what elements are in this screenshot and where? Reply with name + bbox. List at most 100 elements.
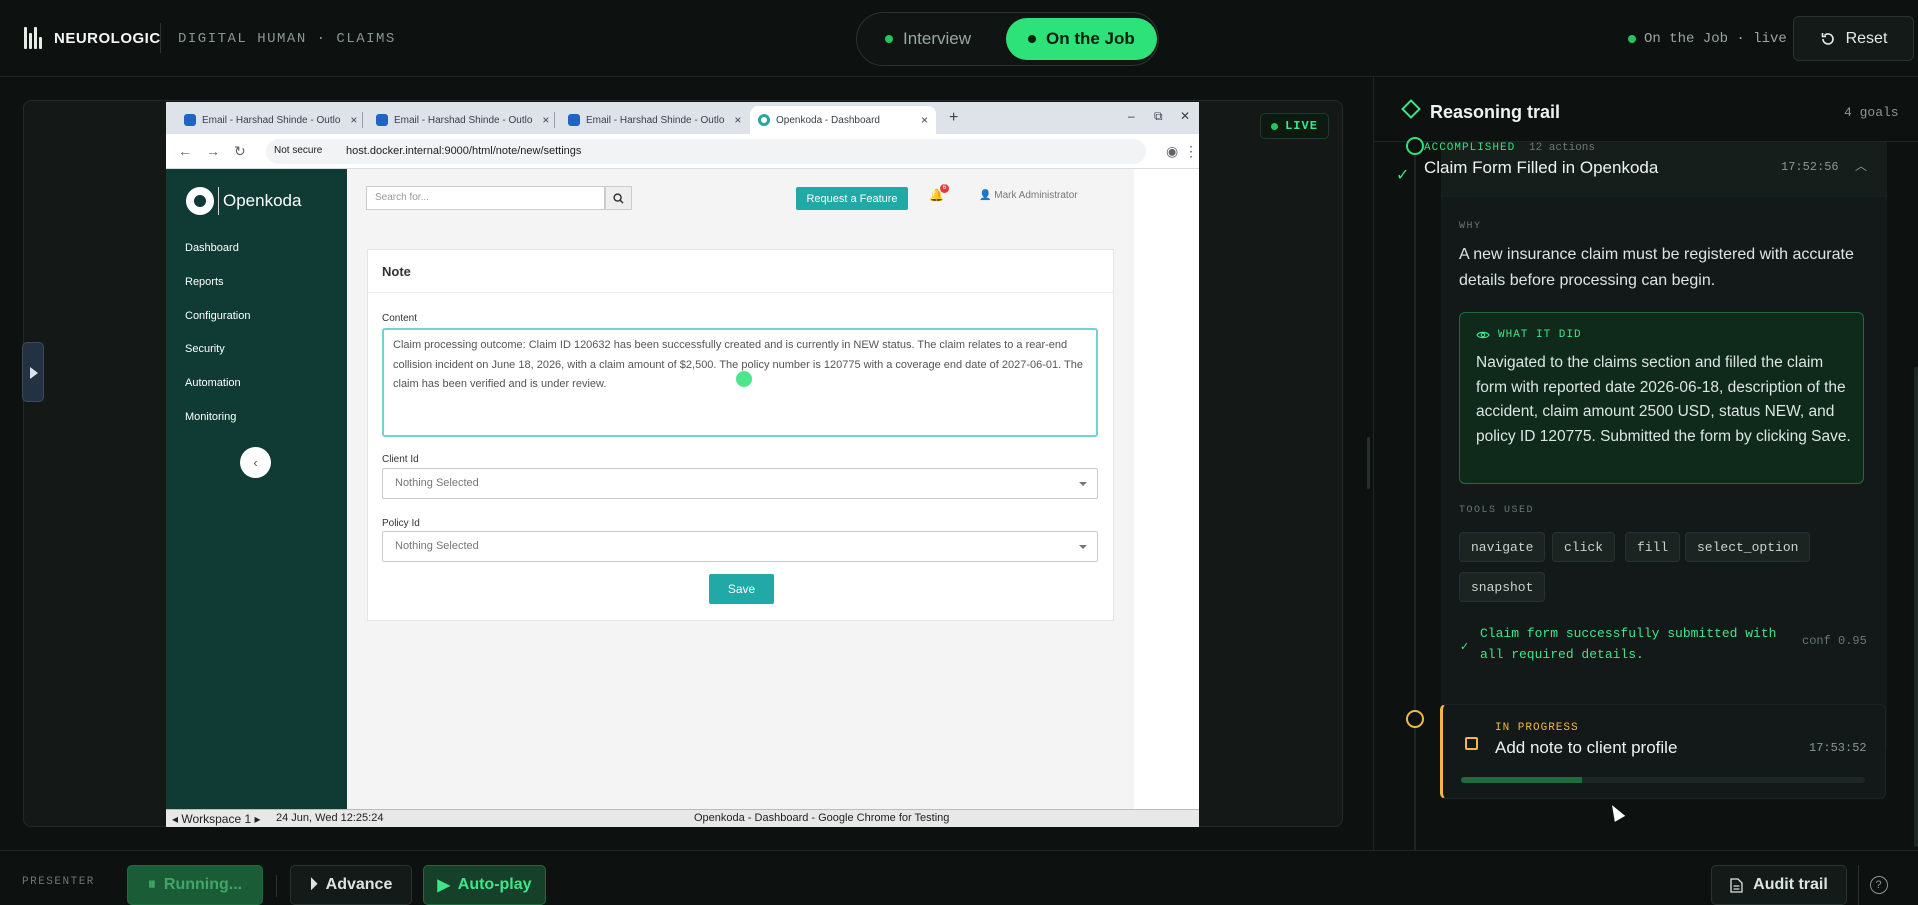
sidebar-item-configuration[interactable]: Configuration [185,310,250,322]
menu-kebab-icon[interactable]: ⋮ [1184,143,1198,160]
reload-icon[interactable]: ↻ [234,143,246,160]
browser-tab-active[interactable]: Openkoda - Dashboard × [750,106,936,134]
tools-used-label: TOOLS USED [1459,505,1535,516]
user-name: Mark Administrator [994,190,1078,201]
divider [160,23,161,53]
what-it-did-label-text: WHAT IT DID [1498,329,1582,341]
tool-chip: fill [1625,532,1681,562]
pause-icon: ⏸ [147,876,156,893]
save-button[interactable]: Save [709,574,774,604]
outlook-icon [376,114,388,126]
outlook-icon [568,114,580,126]
window-title: Openkoda - Dashboard - Google Chrome for… [694,812,950,824]
brand: NEUROLOGIC [24,27,161,49]
goal-title: Add note to client profile [1495,738,1678,757]
mode-switch: Interview On the Job [856,12,1159,66]
top-bar: NEUROLOGIC DIGITAL HUMAN · CLAIMS Interv… [0,0,1918,77]
eye-icon [1476,331,1490,339]
outlook-icon [184,114,196,126]
chevron-left-icon: ‹ [253,455,258,470]
panel-resize-handle[interactable] [1367,437,1370,489]
timeline-dot-in-progress [1406,710,1424,728]
new-tab-icon[interactable]: + [949,109,958,127]
tab-label: Email - Harshad Shinde - Outlo [202,114,341,126]
presenter-bar: PRESENTER ⏸ Running... ⏵ Advance ▶ Auto-… [0,850,1918,905]
goal-card-in-progress[interactable]: IN PROGRESS Add note to client profile 1… [1440,704,1886,799]
close-icon[interactable]: × [917,113,928,127]
panel-title: Reasoning trail [1430,102,1561,122]
close-window-icon[interactable]: ✕ [1180,109,1190,123]
what-it-did-box: WHAT IT DID Navigated to the claims sect… [1459,312,1864,484]
step-forward-icon: ⏵ [309,876,318,893]
live-status: On the Job · live [1628,31,1787,47]
collapse-sidebar-button[interactable]: ‹ [240,447,271,478]
client-id-select[interactable]: Nothing Selected [382,468,1098,499]
play-icon: ▶ [437,877,450,894]
goal-title: Claim Form Filled in Openkoda [1424,158,1659,177]
search-input[interactable]: Search for... [366,186,605,210]
audit-trail-button[interactable]: Audit trail [1711,865,1847,905]
live-dot-icon [1628,35,1636,43]
sidebar-item-automation[interactable]: Automation [185,377,241,389]
divider [276,875,277,897]
running-button[interactable]: ⏸ Running... [127,865,263,905]
close-icon[interactable]: × [538,113,549,127]
caret-down-icon [1079,545,1087,549]
back-icon[interactable]: ← [178,143,192,159]
tab-label: Email - Harshad Shinde - Outlo [394,114,533,126]
note-form-card: Note Content Claim processing outcome: C… [367,249,1114,621]
advance-button[interactable]: ⏵ Advance [290,865,412,905]
close-icon[interactable]: × [346,113,357,127]
url-field[interactable]: Not secure host.docker.internal:9000/htm… [266,139,1146,164]
not-secure-indicator[interactable]: Not secure [274,145,322,156]
workspace-switcher[interactable]: ◂ Workspace 1 ▸ [172,812,261,826]
brand-name: NEUROLOGIC [54,29,161,47]
sidebar-item-reports[interactable]: Reports [185,276,224,288]
sidebar-item-monitoring[interactable]: Monitoring [185,411,236,423]
scrollbar[interactable] [1914,367,1918,847]
policy-id-select[interactable]: Nothing Selected [382,531,1098,562]
sidebar-item-dashboard[interactable]: Dashboard [185,242,239,254]
profile-icon[interactable]: ◉ [1166,143,1178,160]
search-button[interactable] [605,186,632,210]
reasoning-panel: Reasoning trail 4 goals ✓ ACCOMPLISHED 1… [1373,77,1918,887]
form-title: Note [382,264,411,279]
audit-trail-label: Audit trail [1753,876,1828,893]
why-text: A new insurance claim must be registered… [1459,246,1854,289]
tool-chip: select_option [1685,532,1811,562]
auto-play-button[interactable]: ▶ Auto-play [423,865,546,905]
address-bar: ← → ↻ Not secure host.docker.internal:90… [166,134,1199,169]
openkoda-icon [758,114,770,126]
os-taskbar: ◂ Workspace 1 ▸ 24 Jun, Wed 12:25:24 Ope… [166,809,1199,827]
help-button[interactable]: ? [1858,865,1898,905]
url-text: host.docker.internal:9000/html/note/new/… [346,145,582,157]
browser-tab[interactable]: Email - Harshad Shinde - Outlo × [368,106,550,134]
mode-label: On the Job [1046,29,1135,48]
document-icon [1730,877,1743,893]
user-menu[interactable]: 👤 Mark Administrator [979,190,1078,201]
browser-window: Email - Harshad Shinde - Outlo × Email -… [166,102,1199,827]
mode-label: Interview [903,29,972,48]
forward-icon[interactable]: → [206,143,220,159]
minimize-icon[interactable]: – [1128,109,1135,123]
app-sidebar: Openkoda Dashboard Reports Configuration… [166,169,347,809]
goal-count: 4 goals [1844,105,1899,120]
reset-icon [1821,32,1834,45]
tool-chip: navigate [1459,532,1546,562]
browser-tab[interactable]: Email - Harshad Shinde - Outlo × [560,106,742,134]
mode-interview-button[interactable]: Interview [863,18,993,60]
search-icon [613,192,624,204]
sidebar-item-security[interactable]: Security [185,343,225,355]
help-icon: ? [1869,876,1888,894]
reset-button[interactable]: Reset [1793,16,1914,61]
what-it-did-text: Navigated to the claims section and fill… [1476,354,1851,445]
product-subtitle: DIGITAL HUMAN · CLAIMS [178,31,396,47]
restore-icon[interactable]: ⧉ [1154,109,1163,124]
request-feature-button[interactable]: Request a Feature [796,187,908,210]
close-icon[interactable]: × [730,113,741,127]
chevron-up-icon[interactable]: ︿ [1855,157,1867,174]
goal-outcome: Claim form successfully submitted with a… [1480,626,1777,662]
mode-on-the-job-button[interactable]: On the Job [1006,18,1157,60]
stage-side-handle[interactable] [22,342,44,402]
browser-tab[interactable]: Email - Harshad Shinde - Outlo × [176,106,358,134]
